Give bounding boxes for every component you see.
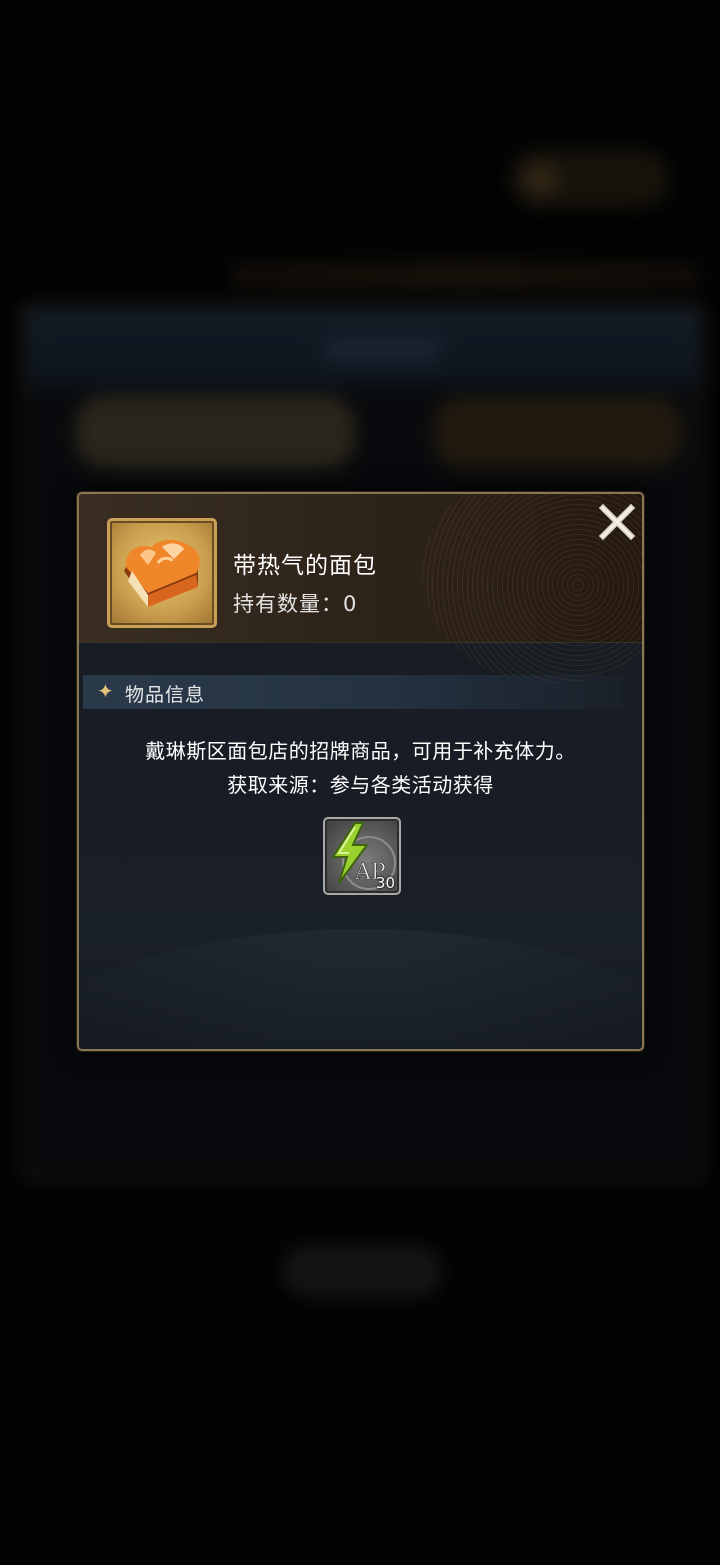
item-icon-frame [107, 518, 217, 628]
section-header-item-info: ✦ 物品信息 [83, 675, 623, 709]
bread-icon [124, 539, 200, 607]
item-description: 戴琳斯区面包店的招牌商品，可用于补充体力。 获取来源：参与各类活动获得 [79, 734, 642, 802]
section-title: 物品信息 [125, 684, 206, 706]
close-button[interactable] [597, 502, 637, 542]
reward-item-ap[interactable]: AP 30 [323, 817, 401, 895]
item-info-dialog: 带热气的面包 持有数量：0 ✦ 物品信息 戴琳斯区面包店的招牌商品，可用于补充体… [77, 492, 644, 1051]
close-icon [598, 503, 636, 541]
item-owned-count: 持有数量：0 [233, 592, 358, 616]
description-line-2: 获取来源：参与各类活动获得 [227, 773, 494, 797]
reward-amount: 30 [375, 874, 395, 892]
item-name: 带热气的面包 [233, 553, 377, 579]
dialog-header: 带热气的面包 持有数量：0 [79, 494, 642, 684]
description-line-1: 戴琳斯区面包店的招牌商品，可用于补充体力。 [145, 739, 576, 763]
star-icon: ✦ [97, 679, 114, 703]
